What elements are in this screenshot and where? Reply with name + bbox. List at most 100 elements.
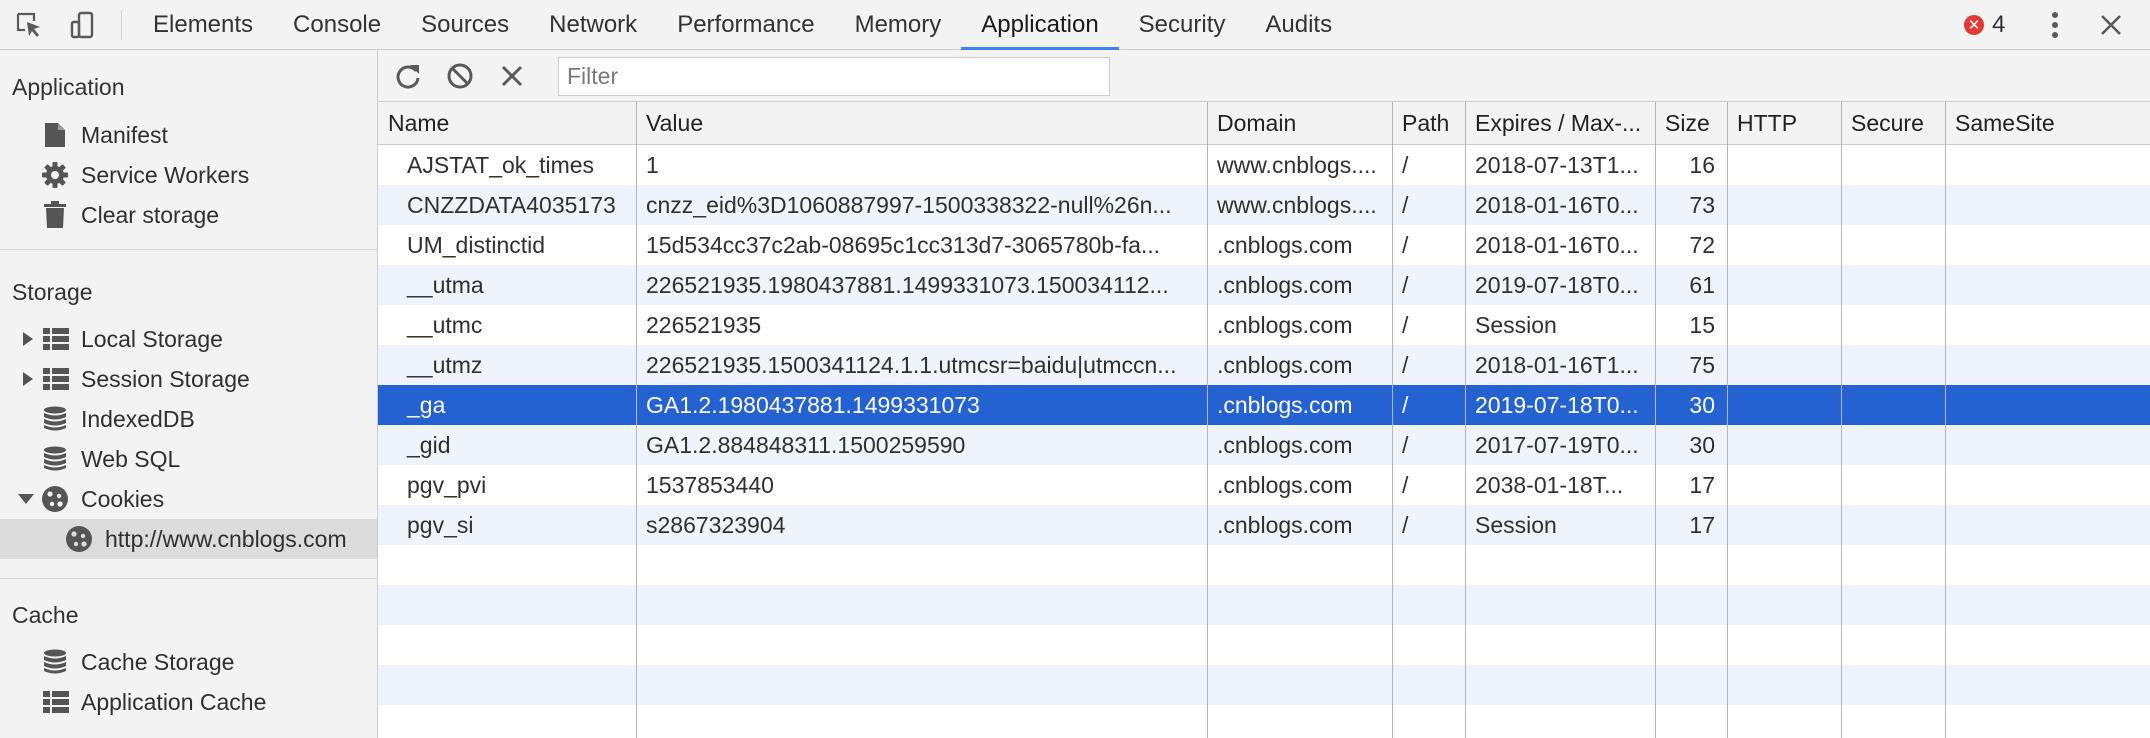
- cell-path: /: [1402, 471, 1409, 498]
- cookies-table: AJSTAT_ok_times 1 www.cnblogs.... / 2018-07-…: [378, 102, 2150, 738]
- more-vert-icon[interactable]: [2040, 9, 2070, 41]
- cell-expires: 2018-01-16T0...: [1475, 191, 1639, 218]
- tab-security[interactable]: Security: [1119, 0, 1246, 50]
- table-row[interactable]: UM_distinctid 15d534cc37c2ab-08695c1cc313…: [378, 225, 2150, 265]
- expand-arrow-icon[interactable]: [20, 331, 36, 347]
- database-icon: [41, 445, 69, 473]
- table-row[interactable]: __utmc 226521935 .cnblogs.com / Session 15: [378, 305, 2150, 345]
- collapse-arrow-icon[interactable]: [18, 491, 34, 507]
- tab-performance[interactable]: Performance: [657, 0, 834, 50]
- column-header-path[interactable]: Path: [1392, 102, 1465, 145]
- inspect-element-icon[interactable]: [12, 9, 46, 41]
- sidebar-item-indexeddb[interactable]: IndexedDB: [0, 399, 377, 439]
- tab-elements[interactable]: Elements: [133, 0, 273, 50]
- cell-http: [1727, 145, 1841, 185]
- tab-sources[interactable]: Sources: [401, 0, 529, 50]
- cell-samesite: [1945, 465, 2150, 505]
- grid-icon: [42, 365, 70, 393]
- column-header-http[interactable]: HTTP: [1727, 102, 1841, 145]
- cell-size: 17: [1689, 471, 1715, 498]
- sidebar-item-clear-storage[interactable]: Clear storage: [0, 195, 377, 235]
- application-sidebar: Application Manifest Service Workers Cle…: [0, 50, 378, 738]
- table-row[interactable]: pgv_pvi 1537853440 .cnblogs.com / 2038-01-18…: [378, 465, 2150, 505]
- device-toolbar-icon[interactable]: [66, 9, 100, 41]
- table-row[interactable]: __utma 226521935.1980437881.1499331073.15…: [378, 265, 2150, 305]
- column-header-samesite[interactable]: SameSite: [1945, 102, 2150, 145]
- sidebar-item-session-storage[interactable]: Session Storage: [0, 359, 377, 399]
- cell-samesite: [1945, 145, 2150, 185]
- expand-arrow-icon[interactable]: [20, 371, 36, 387]
- column-header-name[interactable]: Name: [378, 102, 636, 145]
- cell-secure: [1841, 385, 1945, 425]
- table-row[interactable]: pgv_si s2867323904 .cnblogs.com / Session 17: [378, 505, 2150, 545]
- refresh-icon[interactable]: [392, 60, 424, 92]
- cell-http: [1727, 305, 1841, 345]
- clear-all-icon[interactable]: [444, 60, 476, 92]
- cell-secure: [1841, 185, 1945, 225]
- column-divider[interactable]: [636, 102, 637, 738]
- document-icon: [41, 121, 69, 149]
- table-row[interactable]: __utmz 226521935.1500341124.1.1.utmcsr=ba…: [378, 345, 2150, 385]
- sidebar-item-application-cache[interactable]: Application Cache: [0, 682, 377, 722]
- column-divider[interactable]: [1945, 102, 1946, 738]
- cell-http: [1727, 465, 1841, 505]
- table-row[interactable]: CNZZDATA4035173 cnzz_eid%3D1060887997-150…: [378, 185, 2150, 225]
- column-header-secure[interactable]: Secure: [1841, 102, 1945, 145]
- empty-row: [378, 545, 2150, 585]
- sidebar-heading-application: Application: [12, 74, 125, 100]
- cell-secure: [1841, 345, 1945, 385]
- cell-expires: 2038-01-18T...: [1475, 471, 1624, 498]
- filter-input[interactable]: [558, 57, 1110, 96]
- column-divider[interactable]: [1655, 102, 1656, 738]
- sidebar-item-manifest[interactable]: Manifest: [0, 115, 377, 155]
- cell-size: 72: [1689, 231, 1715, 258]
- cell-size: 30: [1689, 431, 1715, 458]
- table-row[interactable]: AJSTAT_ok_times 1 www.cnblogs.... / 2018-07-…: [378, 145, 2150, 185]
- devtools-tab-bar: Elements Console Sources Network Perform…: [0, 0, 2150, 50]
- sidebar-item-label: Clear storage: [81, 201, 220, 228]
- column-divider[interactable]: [1392, 102, 1393, 738]
- column-header-expires[interactable]: Expires / Max-...: [1465, 102, 1655, 145]
- cell-path: /: [1402, 151, 1409, 178]
- tab-application[interactable]: Application: [961, 0, 1120, 50]
- error-counter[interactable]: ✕ 4: [1964, 10, 2005, 40]
- sidebar-item-cookies[interactable]: Cookies: [0, 479, 377, 519]
- cell-name: _gid: [407, 431, 451, 458]
- error-icon: ✕: [1964, 15, 1984, 35]
- cell-name: AJSTAT_ok_times: [407, 151, 595, 178]
- column-header-value[interactable]: Value: [636, 102, 1207, 145]
- sidebar-item-service-workers[interactable]: Service Workers: [0, 155, 377, 195]
- delete-icon[interactable]: [496, 60, 528, 92]
- database-icon: [41, 648, 69, 676]
- tab-audits[interactable]: Audits: [1245, 0, 1352, 50]
- column-divider[interactable]: [1841, 102, 1842, 738]
- column-divider[interactable]: [1727, 102, 1728, 738]
- table-row[interactable]: _ga GA1.2.1980437881.1499331073 .cnblogs.c…: [378, 385, 2150, 425]
- cell-samesite: [1945, 305, 2150, 345]
- tab-memory[interactable]: Memory: [835, 0, 962, 50]
- cell-domain: .cnblogs.com: [1217, 391, 1353, 418]
- table-row[interactable]: _gid GA1.2.884848311.1500259590 .cnblogs.c…: [378, 425, 2150, 465]
- cell-secure: [1841, 465, 1945, 505]
- column-divider[interactable]: [1207, 102, 1208, 738]
- sidebar-item-local-storage[interactable]: Local Storage: [0, 319, 377, 359]
- tab-console[interactable]: Console: [273, 0, 401, 50]
- tab-network[interactable]: Network: [529, 0, 657, 50]
- column-divider[interactable]: [1465, 102, 1466, 738]
- sidebar-item-cookie-origin[interactable]: http://www.cnblogs.com: [0, 519, 377, 559]
- cell-expires: 2019-07-18T0...: [1475, 391, 1639, 418]
- sidebar-item-cache-storage[interactable]: Cache Storage: [0, 642, 377, 682]
- cell-expires: Session: [1475, 511, 1557, 538]
- sidebar-item-label: Service Workers: [81, 161, 250, 188]
- column-header-domain[interactable]: Domain: [1207, 102, 1392, 145]
- close-icon[interactable]: [2094, 9, 2128, 41]
- column-header-size[interactable]: Size: [1655, 102, 1727, 145]
- sidebar-item-label: Application Cache: [81, 688, 267, 715]
- cell-name: _ga: [407, 391, 446, 418]
- sidebar-item-web-sql[interactable]: Web SQL: [0, 439, 377, 479]
- cell-domain: .cnblogs.com: [1217, 431, 1353, 458]
- sidebar-item-label: IndexedDB: [81, 405, 195, 432]
- cell-size: 61: [1689, 271, 1715, 298]
- cell-samesite: [1945, 345, 2150, 385]
- trash-icon: [41, 201, 69, 229]
